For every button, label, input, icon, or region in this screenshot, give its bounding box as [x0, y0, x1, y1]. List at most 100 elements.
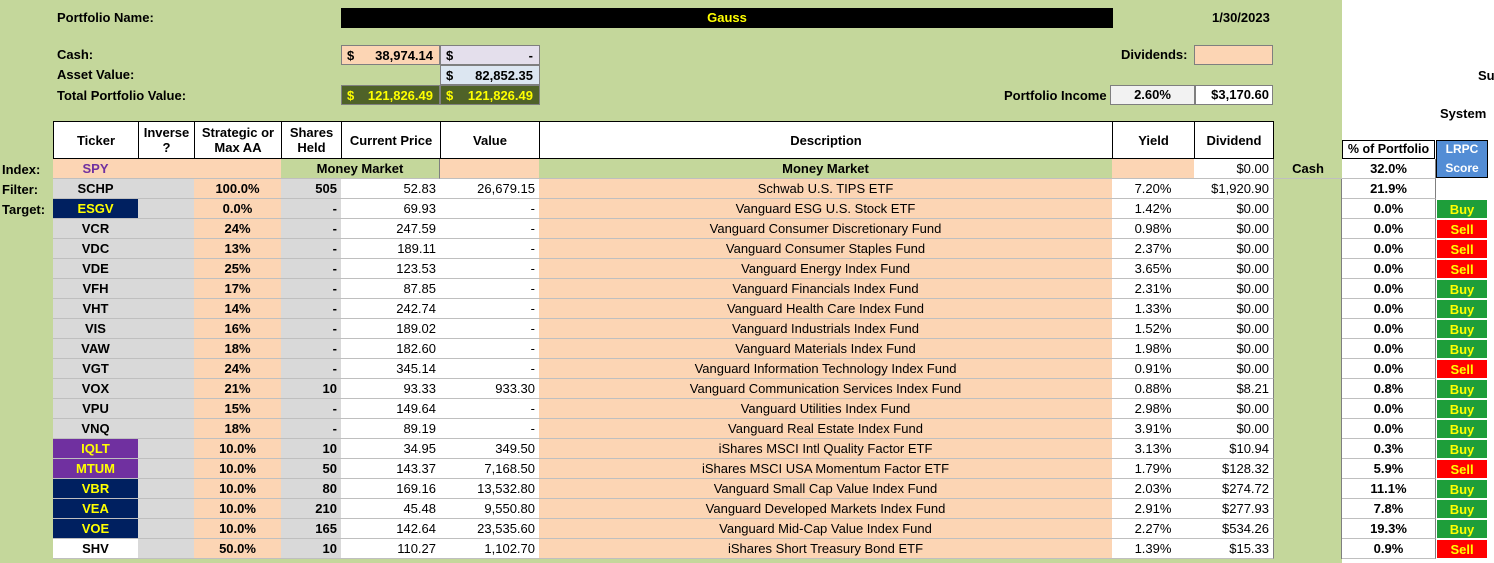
- pct-portfolio-cell[interactable]: 19.3%: [1342, 519, 1436, 539]
- ticker-cell[interactable]: VHT: [53, 299, 139, 319]
- value-cell[interactable]: -: [440, 219, 540, 239]
- value-cell[interactable]: -: [440, 399, 540, 419]
- total2-value-cell[interactable]: $ 121,826.49: [440, 85, 540, 105]
- inverse-cell[interactable]: [138, 379, 195, 399]
- header-current-price[interactable]: Current Price: [341, 121, 441, 159]
- dividend-cell[interactable]: $534.26: [1194, 519, 1274, 539]
- dividend-cell[interactable]: $128.32: [1194, 459, 1274, 479]
- pct-portfolio-cell[interactable]: 0.8%: [1342, 379, 1436, 399]
- ticker-cell[interactable]: VOX: [53, 379, 139, 399]
- value-cell[interactable]: -: [440, 199, 540, 219]
- dividends-cell[interactable]: [1194, 45, 1273, 65]
- value-cell[interactable]: -: [440, 259, 540, 279]
- description-cell[interactable]: Vanguard Small Cap Value Index Fund: [539, 479, 1113, 499]
- inverse-cell[interactable]: [138, 339, 195, 359]
- description-cell[interactable]: Vanguard Communication Services Index Fu…: [539, 379, 1113, 399]
- ticker-cell[interactable]: VAW: [53, 339, 139, 359]
- inverse-cell[interactable]: [138, 359, 195, 379]
- index-ticker[interactable]: SPY: [53, 159, 139, 179]
- inverse-cell[interactable]: [138, 519, 195, 539]
- pct-portfolio-cell[interactable]: 0.0%: [1342, 199, 1436, 219]
- strategic-aa-cell[interactable]: 13%: [194, 239, 282, 259]
- buy-score-badge[interactable]: Buy: [1436, 199, 1488, 219]
- ticker-cell[interactable]: IQLT: [53, 439, 139, 459]
- shares-held-cell[interactable]: 10: [281, 379, 342, 399]
- description-cell[interactable]: Vanguard Real Estate Index Fund: [539, 419, 1113, 439]
- strategic-aa-cell[interactable]: 10.0%: [194, 519, 282, 539]
- shares-held-cell[interactable]: 50: [281, 459, 342, 479]
- description-cell[interactable]: Vanguard Consumer Staples Fund: [539, 239, 1113, 259]
- index-aa[interactable]: [194, 159, 282, 179]
- inverse-cell[interactable]: [138, 499, 195, 519]
- dividend-cell[interactable]: $0.00: [1194, 199, 1274, 219]
- current-price-cell[interactable]: 189.11: [341, 239, 441, 259]
- ticker-cell[interactable]: ESGV: [53, 199, 139, 219]
- buy-score-badge[interactable]: Buy: [1436, 519, 1488, 539]
- yield-cell[interactable]: 2.98%: [1112, 399, 1195, 419]
- yield-cell[interactable]: 1.39%: [1112, 539, 1195, 559]
- shares-held-cell[interactable]: -: [281, 219, 342, 239]
- value-cell[interactable]: -: [440, 239, 540, 259]
- pct-portfolio-cell[interactable]: 7.8%: [1342, 499, 1436, 519]
- current-price-cell[interactable]: 34.95: [341, 439, 441, 459]
- index-description[interactable]: Money Market: [539, 159, 1113, 179]
- shares-held-cell[interactable]: 165: [281, 519, 342, 539]
- current-price-cell[interactable]: 89.19: [341, 419, 441, 439]
- yield-cell[interactable]: 3.91%: [1112, 419, 1195, 439]
- dividend-cell[interactable]: $277.93: [1194, 499, 1274, 519]
- strategic-aa-cell[interactable]: 10.0%: [194, 499, 282, 519]
- sell-score-badge[interactable]: Sell: [1436, 219, 1488, 239]
- yield-cell[interactable]: 3.65%: [1112, 259, 1195, 279]
- value-cell[interactable]: -: [440, 359, 540, 379]
- shares-held-cell[interactable]: -: [281, 279, 342, 299]
- yield-cell[interactable]: 0.98%: [1112, 219, 1195, 239]
- inverse-cell[interactable]: [138, 399, 195, 419]
- yield-cell[interactable]: 7.20%: [1112, 179, 1195, 199]
- yield-cell[interactable]: 1.79%: [1112, 459, 1195, 479]
- shares-held-cell[interactable]: -: [281, 299, 342, 319]
- ticker-cell[interactable]: VPU: [53, 399, 139, 419]
- value-cell[interactable]: -: [440, 279, 540, 299]
- description-cell[interactable]: iShares MSCI USA Momentum Factor ETF: [539, 459, 1113, 479]
- pct-portfolio-cell[interactable]: 0.0%: [1342, 299, 1436, 319]
- sell-score-badge[interactable]: Sell: [1436, 239, 1488, 259]
- index-pct[interactable]: 32.0%: [1342, 159, 1436, 179]
- description-cell[interactable]: iShares MSCI Intl Quality Factor ETF: [539, 439, 1113, 459]
- dividend-cell[interactable]: $0.00: [1194, 239, 1274, 259]
- shares-held-cell[interactable]: -: [281, 319, 342, 339]
- buy-score-badge[interactable]: Buy: [1436, 499, 1488, 519]
- strategic-aa-cell[interactable]: 0.0%: [194, 199, 282, 219]
- sell-score-badge[interactable]: Sell: [1436, 359, 1488, 379]
- ticker-cell[interactable]: VNQ: [53, 419, 139, 439]
- header-value[interactable]: Value: [440, 121, 540, 159]
- description-cell[interactable]: Vanguard Consumer Discretionary Fund: [539, 219, 1113, 239]
- current-price-cell[interactable]: 143.37: [341, 459, 441, 479]
- header-yield[interactable]: Yield: [1112, 121, 1195, 159]
- header-inverse[interactable]: Inverse ?: [138, 121, 195, 159]
- current-price-cell[interactable]: 142.64: [341, 519, 441, 539]
- current-price-cell[interactable]: 123.53: [341, 259, 441, 279]
- header-shares-held[interactable]: Shares Held: [281, 121, 342, 159]
- yield-cell[interactable]: 2.37%: [1112, 239, 1195, 259]
- header-dividend[interactable]: Dividend: [1194, 121, 1274, 159]
- inverse-cell[interactable]: [138, 219, 195, 239]
- value-cell[interactable]: 1,102.70: [440, 539, 540, 559]
- ticker-cell[interactable]: VDE: [53, 259, 139, 279]
- yield-cell[interactable]: 1.52%: [1112, 319, 1195, 339]
- pct-portfolio-cell[interactable]: 0.0%: [1342, 419, 1436, 439]
- dividend-cell[interactable]: $10.94: [1194, 439, 1274, 459]
- current-price-cell[interactable]: 345.14: [341, 359, 441, 379]
- strategic-aa-cell[interactable]: 21%: [194, 379, 282, 399]
- ticker-cell[interactable]: VBR: [53, 479, 139, 499]
- income-pct-cell[interactable]: 2.60%: [1110, 85, 1195, 105]
- inverse-cell[interactable]: [138, 299, 195, 319]
- description-cell[interactable]: Vanguard ESG U.S. Stock ETF: [539, 199, 1113, 219]
- index-inverse[interactable]: [138, 159, 195, 179]
- yield-cell[interactable]: 2.03%: [1112, 479, 1195, 499]
- sell-score-badge[interactable]: Sell: [1436, 539, 1488, 559]
- strategic-aa-cell[interactable]: 18%: [194, 339, 282, 359]
- yield-cell[interactable]: 0.88%: [1112, 379, 1195, 399]
- buy-score-badge[interactable]: Buy: [1436, 279, 1488, 299]
- dividend-cell[interactable]: $0.00: [1194, 419, 1274, 439]
- header-strategic-aa[interactable]: Strategic or Max AA: [194, 121, 282, 159]
